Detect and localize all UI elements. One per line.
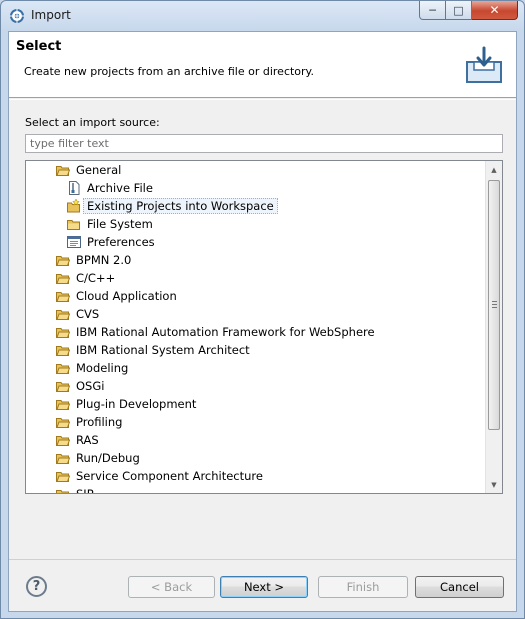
existing-project-icon xyxy=(67,199,80,213)
tree-item[interactable]: BPMN 2.0 xyxy=(26,251,486,269)
tree-item-label: RAS xyxy=(76,433,99,447)
cancel-button[interactable]: Cancel xyxy=(415,576,504,598)
cancel-button-label: Cancel xyxy=(440,580,479,594)
tree-item-label: Preferences xyxy=(87,235,155,249)
import-dialog: Import ─ □ ✕ Select Create new projects … xyxy=(0,0,525,619)
tree-item[interactable]: IBM Rational System Architect xyxy=(26,341,486,359)
maximize-icon: □ xyxy=(453,3,464,17)
tree-item-label: C/C++ xyxy=(76,271,116,285)
tree-item[interactable]: File System xyxy=(26,215,486,233)
tree-item[interactable]: General xyxy=(26,161,486,179)
tree-item-label: Profiling xyxy=(76,415,123,429)
tree-item[interactable]: Run/Debug xyxy=(26,449,486,467)
caption-buttons: ─ □ ✕ xyxy=(419,1,518,21)
tree-item[interactable]: Modeling xyxy=(26,359,486,377)
grip-icon xyxy=(492,301,497,308)
tree-item-label: Service Component Architecture xyxy=(76,469,263,483)
folder-icon xyxy=(56,327,70,338)
tree-item-label: Run/Debug xyxy=(76,451,140,465)
minimize-button[interactable]: ─ xyxy=(419,1,446,20)
footer-divider xyxy=(9,559,516,560)
tree-item[interactable]: Plug-in Development xyxy=(26,395,486,413)
folder-icon xyxy=(56,471,70,482)
tree-item[interactable]: OSGi xyxy=(26,377,486,395)
tree-item-label: General xyxy=(76,163,122,177)
scroll-down-button[interactable]: ▼ xyxy=(486,476,502,493)
tree-item-label: IBM Rational System Architect xyxy=(76,343,250,357)
help-icon: ? xyxy=(32,579,41,594)
folder-icon xyxy=(56,345,70,356)
tree-item[interactable]: SIP xyxy=(26,485,486,494)
tree-item-label: Cloud Application xyxy=(76,289,177,303)
scroll-thumb[interactable] xyxy=(488,180,500,430)
window-title: Import xyxy=(31,8,71,22)
import-source-tree[interactable]: General Archive File Existing Projects int… xyxy=(25,160,503,494)
folder-icon xyxy=(56,273,70,284)
back-button[interactable]: < Back xyxy=(128,576,215,598)
tree-item[interactable]: Existing Projects into Workspace xyxy=(26,197,486,215)
folder-icon xyxy=(56,381,70,392)
back-button-label: < Back xyxy=(150,580,193,594)
tree-item[interactable]: C/C++ xyxy=(26,269,486,287)
folder-icon xyxy=(56,489,69,493)
close-icon: ✕ xyxy=(489,3,500,17)
tree-item-label: File System xyxy=(87,217,153,231)
tree-scrollbar[interactable]: ▲ ▼ xyxy=(485,161,502,493)
import-tray-icon xyxy=(466,46,502,83)
tree-item[interactable]: Archive File xyxy=(26,179,486,197)
tree-item[interactable]: Profiling xyxy=(26,413,486,431)
tree-item[interactable]: RAS xyxy=(26,431,486,449)
wizard-header: Select Create new projects from an archi… xyxy=(9,32,516,98)
filter-input[interactable] xyxy=(25,134,503,153)
finish-button[interactable]: Finish xyxy=(318,576,408,598)
folder-icon xyxy=(56,165,70,176)
folder-icon xyxy=(56,255,70,266)
dialog-client-area: Select Create new projects from an archi… xyxy=(8,31,517,612)
eclipse-app-icon xyxy=(10,9,24,23)
tree-item[interactable]: Cloud Application xyxy=(26,287,486,305)
tree-item-label: CVS xyxy=(76,307,100,321)
tree-item[interactable]: IBM Rational Automation Framework for We… xyxy=(26,323,486,341)
folder-icon xyxy=(56,435,70,446)
folder-icon xyxy=(56,453,70,464)
close-button[interactable]: ✕ xyxy=(472,1,518,20)
folder-icon xyxy=(56,291,70,302)
header-divider xyxy=(9,99,516,100)
minimize-icon: ─ xyxy=(429,3,436,17)
tree-item[interactable]: Preferences xyxy=(26,233,486,251)
tree-item-label: Existing Projects into Workspace xyxy=(83,198,278,214)
maximize-button[interactable]: □ xyxy=(446,1,472,20)
tree-item-label: Archive File xyxy=(87,181,153,195)
page-description: Create new projects from an archive file… xyxy=(24,65,314,78)
help-button[interactable]: ? xyxy=(26,576,47,597)
tree-item-label: OSGi xyxy=(76,379,105,393)
archive-file-icon xyxy=(69,181,80,195)
tree-item-label: Plug-in Development xyxy=(76,397,197,411)
tree-item-label: Modeling xyxy=(76,361,129,375)
folder-icon xyxy=(56,363,70,374)
scroll-up-button[interactable]: ▲ xyxy=(486,161,502,178)
finish-button-label: Finish xyxy=(346,580,380,594)
next-button[interactable]: Next > xyxy=(220,576,308,598)
tree-item-label: SIP xyxy=(76,487,94,494)
tree-item-label: BPMN 2.0 xyxy=(76,253,132,267)
folder-icon xyxy=(56,417,70,428)
next-button-label: Next > xyxy=(243,580,285,594)
import-source-label: Select an import source: xyxy=(25,116,160,129)
folder-icon xyxy=(56,309,70,320)
folder-icon xyxy=(67,219,80,230)
tree-list: General Archive File Existing Projects int… xyxy=(26,161,486,494)
preferences-icon xyxy=(67,236,81,248)
tree-item[interactable]: Service Component Architecture xyxy=(26,467,486,485)
tree-item[interactable]: CVS xyxy=(26,305,486,323)
page-title: Select xyxy=(16,39,62,54)
folder-icon xyxy=(56,399,70,410)
title-bar[interactable]: Import ─ □ ✕ xyxy=(1,1,524,31)
tree-item-label: IBM Rational Automation Framework for We… xyxy=(76,325,375,339)
